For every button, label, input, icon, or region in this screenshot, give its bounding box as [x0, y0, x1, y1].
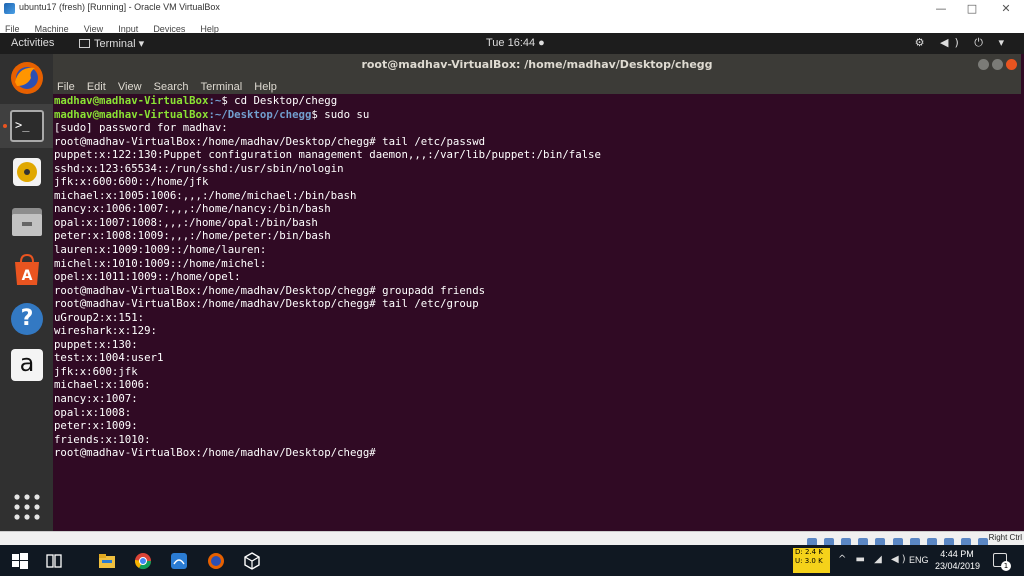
terminal-scrollbar[interactable] [1015, 94, 1021, 531]
taskbar-date: 23/04/2019 [935, 561, 981, 571]
files-icon[interactable] [9, 204, 45, 240]
vbox-titlebar: ubuntu17 (fresh) [Running] - Oracle VM V… [0, 0, 1024, 17]
prompt-user: madhav@madhav-VirtualBox [54, 107, 209, 121]
terminal-mini-icon [79, 39, 90, 48]
terminal-line: michael:x:1006: [54, 378, 151, 392]
app-menu-label: Terminal ▾ [94, 38, 145, 50]
terminal-line: opal:x:1008: [54, 405, 132, 419]
terminal-line: puppet:x:122:130:Puppet configuration ma… [54, 148, 601, 162]
terminal-line: opel:x:1011:1009::/home/opel: [54, 270, 241, 284]
vbox-status-icons [805, 533, 988, 548]
terminal-line: nancy:x:1007: [54, 392, 138, 406]
task-view-icon[interactable] [45, 552, 63, 570]
terminal-line: root@madhav-VirtualBox:/home/madhav/Desk… [54, 283, 486, 297]
term-menu-view[interactable]: View [114, 78, 145, 93]
firefox-taskbar-icon[interactable] [207, 552, 225, 570]
top-panel: Activities Terminal ▾ Tue 16:44 ● ⚙ ◀) ⏻… [0, 33, 1024, 54]
firefox-icon[interactable] [9, 60, 45, 96]
file-explorer-icon[interactable] [98, 552, 116, 570]
running-indicator [3, 124, 7, 128]
language-indicator[interactable]: ENG [909, 555, 929, 565]
activities-button[interactable]: Activities [11, 37, 54, 49]
terminal-line: madhav@madhav-VirtualBox:~$ cd Desktop/c… [54, 94, 1015, 108]
close-icon[interactable] [1006, 59, 1017, 70]
minimize-button[interactable]: — [924, 0, 958, 17]
terminal-line: root@madhav-VirtualBox:/home/madhav/Desk… [54, 446, 383, 460]
amazon-icon[interactable]: a [9, 347, 45, 383]
terminal-glyph: >_ [10, 110, 44, 142]
terminal-line: puppet:x:130: [54, 337, 138, 351]
terminal-line: wireshark:x:129: [54, 324, 157, 338]
show-apps-icon[interactable] [9, 489, 45, 525]
term-menu-help[interactable]: Help [250, 78, 280, 93]
term-menu-search[interactable]: Search [150, 78, 192, 93]
term-menu-edit[interactable]: Edit [83, 78, 109, 93]
terminal-line: michel:x:1010:1009::/home/michel: [54, 256, 267, 270]
taskbar-clock[interactable]: 4:44 PM 23/04/2019 [935, 548, 981, 572]
minimize-icon[interactable] [978, 59, 989, 70]
system-tray[interactable]: ⚙ ◀) ⏻ ▾ [915, 36, 1010, 50]
terminal-line: root@madhav-VirtualBox:/home/madhav/Desk… [54, 297, 479, 311]
vbox-window-title: ubuntu17 (fresh) [Running] - Oracle VM V… [19, 2, 220, 12]
notification-count: 1 [1001, 561, 1011, 571]
terminal-title: root@madhav-VirtualBox: /home/madhav/Des… [361, 58, 713, 71]
terminal-titlebar: root@madhav-VirtualBox: /home/madhav/Des… [53, 54, 1021, 75]
windows-taskbar: D: 2.4 K U: 3.0 K ^ ▬ ◢ ◀) ENG 4:44 PM 2… [0, 545, 1024, 576]
chrome-icon[interactable] [134, 552, 152, 570]
taskbar-time: 4:44 PM [940, 549, 974, 559]
virtualbox-taskbar-icon[interactable] [243, 552, 261, 570]
prompt-command: $ sudo su [311, 107, 370, 121]
close-button[interactable]: ✕ [989, 0, 1023, 17]
terminal-output[interactable]: madhav@madhav-VirtualBox:~$ cd Desktop/c… [53, 94, 1015, 531]
virtualbox-icon [4, 3, 15, 14]
net-down: D: 2.4 K [795, 548, 823, 556]
terminal-line: lauren:x:1009:1009::/home/lauren: [54, 243, 267, 257]
terminal-menubar: File Edit View Search Terminal Help [53, 75, 1021, 94]
notification-icon[interactable]: 1 [993, 553, 1011, 571]
terminal-line: root@madhav-VirtualBox:/home/madhav/Desk… [54, 134, 486, 148]
terminal-line: uGroup2:x:151: [54, 310, 145, 324]
prompt-user: madhav@madhav-VirtualBox [54, 94, 209, 107]
messaging-icon[interactable] [170, 552, 188, 570]
terminal-line: friends:x:1010: [54, 432, 151, 446]
terminal-icon[interactable]: >_ [0, 104, 53, 148]
terminal-line: jfk:x:600:jfk [54, 364, 138, 378]
terminal-line: peter:x:1008:1009:,,,:/home/peter:/bin/b… [54, 229, 331, 243]
term-menu-terminal[interactable]: Terminal [197, 78, 246, 93]
terminal-line: opal:x:1007:1008:,,,:/home/opal:/bin/bas… [54, 215, 318, 229]
clock[interactable]: Tue 16:44 ● [486, 37, 545, 49]
windows-systray[interactable]: ^ ▬ ◢ ◀) [838, 554, 909, 565]
prompt-path: :~ [208, 94, 222, 107]
help-icon[interactable]: ? [9, 301, 45, 337]
maximize-button[interactable]: □ [955, 0, 989, 17]
rhythmbox-icon[interactable] [9, 154, 45, 190]
svg-text:A: A [22, 268, 33, 284]
software-center-icon[interactable]: A [9, 252, 45, 288]
maximize-icon[interactable] [992, 59, 1003, 70]
prompt-command: $ cd Desktop/chegg [221, 94, 338, 107]
terminal-line: test:x:1004:user1 [54, 351, 164, 365]
terminal-line: michael:x:1005:1006:,,,:/home/michael:/b… [54, 188, 357, 202]
vbox-menubar: File Machine View Input Devices Help [0, 17, 1024, 34]
terminal-window: root@madhav-VirtualBox: /home/madhav/Des… [53, 54, 1021, 531]
app-menu[interactable]: Terminal ▾ [79, 37, 144, 50]
dock: >_ A ? a [0, 54, 53, 531]
term-menu-file[interactable]: File [53, 78, 78, 93]
host-key-label: Right Ctrl [988, 533, 1022, 542]
amazon-glyph: a [11, 349, 43, 381]
prompt-path: :~/Desktop/chegg [208, 107, 312, 121]
net-up: U: 3.0 K [795, 557, 823, 565]
terminal-line: sshd:x:123:65534::/run/sshd:/usr/sbin/no… [54, 161, 344, 175]
vbox-statusbar: Right Ctrl [0, 531, 1024, 548]
terminal-line: madhav@madhav-VirtualBox:~/Desktop/chegg… [54, 108, 1015, 122]
terminal-line: peter:x:1009: [54, 419, 138, 433]
terminal-line: jfk:x:600:600::/home/jfk [54, 175, 209, 189]
windows-start-icon[interactable] [11, 552, 29, 570]
help-glyph: ? [11, 303, 43, 335]
terminal-line: nancy:x:1006:1007:,,,:/home/nancy:/bin/b… [54, 202, 331, 216]
net-meter[interactable]: D: 2.4 K U: 3.0 K [793, 548, 830, 573]
terminal-line: [sudo] password for madhav: [54, 121, 228, 135]
